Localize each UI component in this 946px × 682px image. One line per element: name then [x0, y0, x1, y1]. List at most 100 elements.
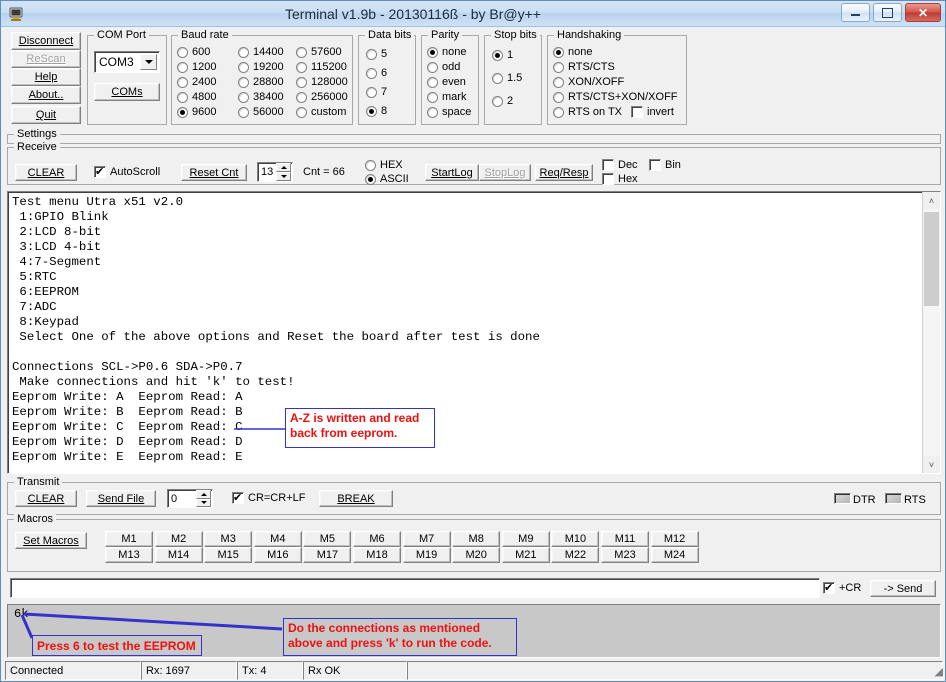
- delay-stepper-up-icon[interactable]: [196, 490, 211, 499]
- macro-button-m23[interactable]: M23: [601, 547, 649, 563]
- parity-odd[interactable]: odd: [427, 60, 460, 75]
- macro-button-m7[interactable]: M7: [402, 531, 451, 547]
- handshaking-rts-on-tx[interactable]: RTS on TX: [553, 105, 622, 120]
- com-port-select[interactable]: COM3: [94, 51, 160, 73]
- macro-button-m16[interactable]: M16: [253, 547, 302, 563]
- macro-button-m4[interactable]: M4: [253, 531, 302, 547]
- stepper-up-icon[interactable]: [276, 163, 291, 172]
- scrollbar-thumb[interactable]: [924, 212, 939, 306]
- maximize-button[interactable]: [873, 3, 902, 22]
- macro-button-m3[interactable]: M3: [204, 531, 253, 547]
- break-button[interactable]: BREAK: [319, 490, 393, 507]
- baud-2400[interactable]: 2400: [177, 75, 216, 90]
- macro-button-m13[interactable]: M13: [105, 547, 153, 563]
- parity-even[interactable]: even: [427, 75, 466, 90]
- transmit-delay-stepper[interactable]: [196, 490, 211, 507]
- hex-checkbox[interactable]: Hex: [602, 172, 638, 187]
- chevron-down-icon[interactable]: [140, 54, 157, 70]
- autoscroll-checkbox[interactable]: AutoScroll: [94, 165, 160, 180]
- macro-button-m6[interactable]: M6: [353, 531, 401, 547]
- handshaking-rts-cts-xon-xoff[interactable]: RTS/CTS+XON/XOFF: [553, 90, 678, 105]
- cnt-stepper[interactable]: [276, 163, 291, 181]
- baud-9600[interactable]: 9600: [177, 105, 216, 120]
- parity-mark[interactable]: mark: [427, 90, 466, 105]
- macro-button-m14[interactable]: M14: [154, 547, 203, 563]
- macro-button-m19[interactable]: M19: [402, 547, 451, 563]
- data-bits-6[interactable]: 6: [366, 66, 387, 81]
- receive-hex-radio[interactable]: HEX: [365, 158, 403, 173]
- dtr-indicator[interactable]: [834, 493, 851, 504]
- help-button[interactable]: Help: [11, 68, 81, 86]
- about-button[interactable]: About..: [11, 86, 81, 104]
- close-button[interactable]: ✕: [905, 3, 941, 22]
- stoplog-button[interactable]: StopLog: [479, 164, 531, 181]
- rescan-button[interactable]: ReScan: [11, 50, 81, 68]
- macro-button-m1[interactable]: M1: [105, 531, 153, 547]
- quit-button[interactable]: Quit: [11, 106, 81, 124]
- baud-128000[interactable]: 128000: [296, 75, 348, 90]
- handshaking-rts-cts[interactable]: RTS/CTS: [553, 60, 615, 75]
- cr-checkbox[interactable]: +CR: [823, 581, 861, 596]
- startlog-button[interactable]: StartLog: [425, 164, 479, 181]
- terminal-scrollbar[interactable]: ˄ ˅: [922, 192, 940, 473]
- scroll-up-button[interactable]: ˄: [923, 192, 940, 209]
- baud-custom[interactable]: custom: [296, 105, 346, 120]
- dec-checkbox[interactable]: Dec: [602, 158, 638, 173]
- stop-bits-2[interactable]: 2: [492, 94, 513, 109]
- macro-button-m21[interactable]: M21: [501, 547, 550, 563]
- baud-56000[interactable]: 56000: [238, 105, 284, 120]
- stop-bits-1[interactable]: 1: [492, 48, 513, 63]
- transmit-clear-button[interactable]: CLEAR: [15, 490, 77, 507]
- baud-4800[interactable]: 4800: [177, 90, 216, 105]
- baud-256000[interactable]: 256000: [296, 90, 348, 105]
- receive-clear-button[interactable]: CLEAR: [15, 164, 77, 181]
- send-button[interactable]: -> Send: [870, 580, 936, 597]
- parity-none[interactable]: none: [427, 45, 466, 60]
- baud-14400[interactable]: 14400: [238, 45, 284, 60]
- resize-grip-icon[interactable]: ◢: [929, 665, 943, 679]
- terminal-output[interactable]: Test menu Utra x51 v2.0 1:GPIO Blink 2:L…: [7, 191, 941, 474]
- baud-28800[interactable]: 28800: [238, 75, 284, 90]
- req-resp-button[interactable]: Req/Resp: [535, 164, 593, 181]
- stepper-down-icon[interactable]: [276, 172, 291, 181]
- data-bits-8[interactable]: 8: [366, 104, 387, 119]
- rts-indicator[interactable]: [885, 493, 902, 504]
- baud-57600[interactable]: 57600: [296, 45, 342, 60]
- macro-button-m11[interactable]: M11: [601, 531, 649, 547]
- disconnect-button[interactable]: Disconnect: [11, 32, 81, 50]
- parity-space[interactable]: space: [427, 105, 471, 120]
- macro-button-m10[interactable]: M10: [551, 531, 600, 547]
- data-bits-5[interactable]: 5: [366, 47, 387, 62]
- baud-600[interactable]: 600: [177, 45, 210, 60]
- macro-button-m2[interactable]: M2: [154, 531, 203, 547]
- baud-38400[interactable]: 38400: [238, 90, 284, 105]
- crlf-checkbox[interactable]: CR=CR+LF: [232, 491, 305, 506]
- send-file-button[interactable]: Send File: [86, 490, 156, 507]
- baud-19200[interactable]: 19200: [238, 60, 284, 75]
- minimize-button[interactable]: [841, 3, 870, 22]
- macro-button-m12[interactable]: M12: [650, 531, 699, 547]
- macro-button-m20[interactable]: M20: [452, 547, 501, 563]
- macro-button-m15[interactable]: M15: [204, 547, 253, 563]
- reset-cnt-button[interactable]: Reset Cnt: [181, 164, 247, 181]
- scroll-down-button[interactable]: ˅: [923, 456, 940, 473]
- annotation-panel[interactable]: 6k Press 6 to test the EEPROM Do the con…: [7, 604, 941, 658]
- macro-button-m24[interactable]: M24: [650, 547, 699, 563]
- baud-1200[interactable]: 1200: [177, 60, 216, 75]
- baud-115200[interactable]: 115200: [296, 60, 347, 75]
- macro-button-m18[interactable]: M18: [353, 547, 401, 563]
- bin-checkbox[interactable]: Bin: [649, 158, 681, 173]
- coms-button[interactable]: COMs: [94, 83, 160, 101]
- macro-button-m8[interactable]: M8: [452, 531, 501, 547]
- invert-checkbox[interactable]: invert: [631, 105, 674, 120]
- data-bits-7[interactable]: 7: [366, 85, 387, 100]
- macro-button-m9[interactable]: M9: [501, 531, 550, 547]
- macro-button-m17[interactable]: M17: [303, 547, 352, 563]
- macro-button-m5[interactable]: M5: [303, 531, 352, 547]
- handshaking-none[interactable]: none: [553, 45, 592, 60]
- send-input[interactable]: [10, 578, 820, 598]
- set-macros-button[interactable]: Set Macros: [15, 532, 87, 549]
- handshaking-xon-xoff[interactable]: XON/XOFF: [553, 75, 624, 90]
- delay-stepper-down-icon[interactable]: [196, 498, 211, 507]
- receive-ascii-radio[interactable]: ASCII: [365, 172, 409, 187]
